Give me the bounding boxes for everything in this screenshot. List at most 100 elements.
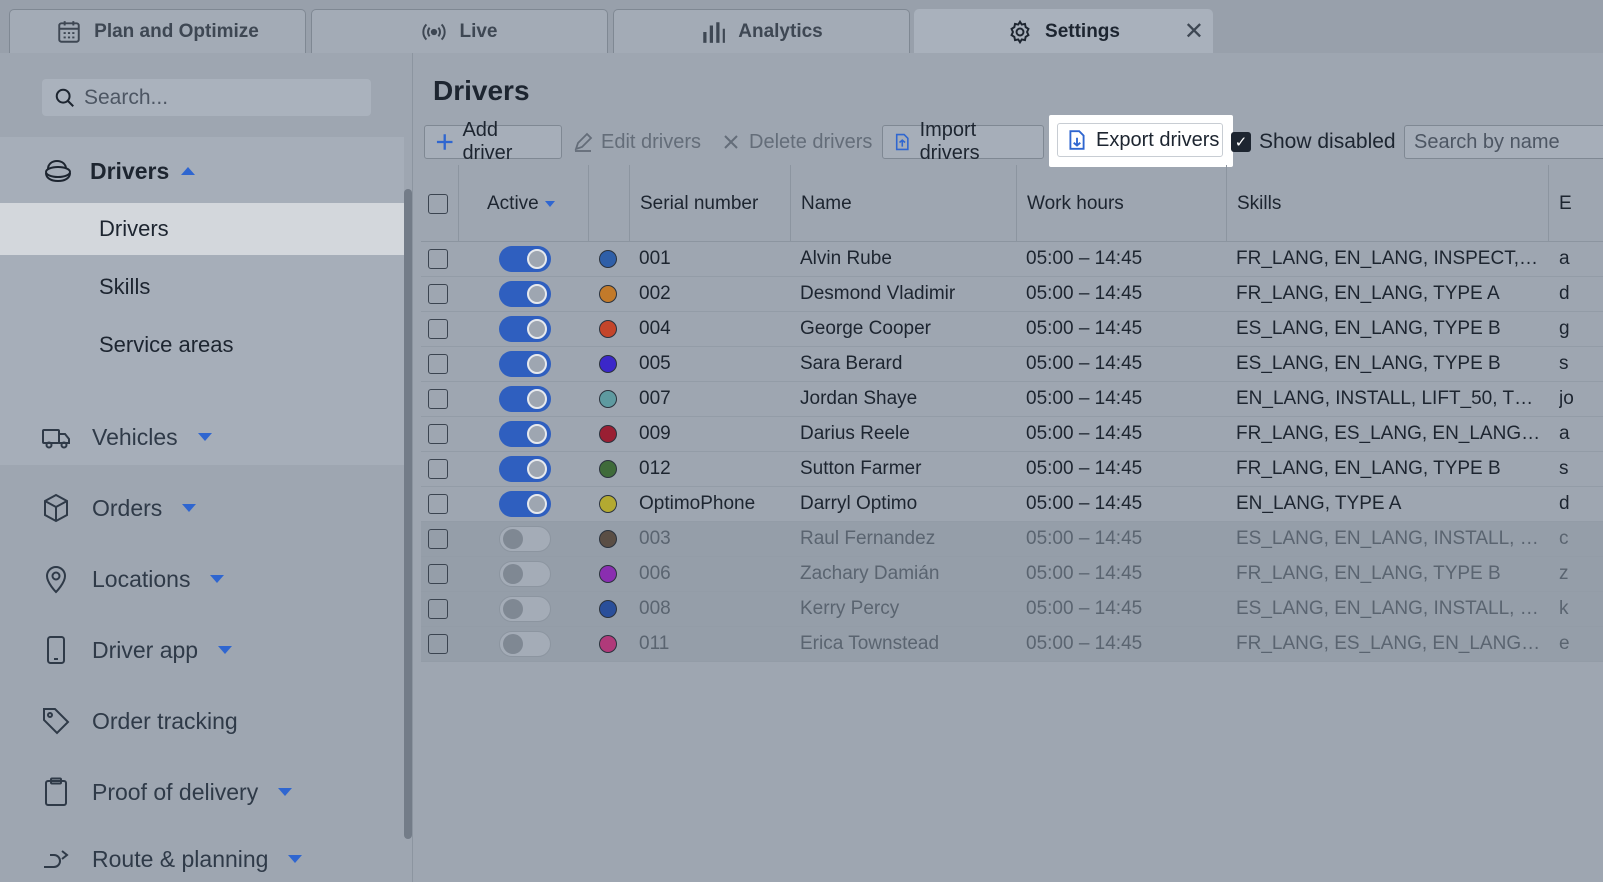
tab-plan-and-optimize[interactable]: Plan and Optimize	[9, 9, 306, 53]
sidebar-item-service-areas[interactable]: Service areas	[0, 319, 412, 371]
sidebar-scrollbar[interactable]	[404, 189, 412, 839]
sidebar-item-skills[interactable]: Skills	[0, 261, 412, 313]
chevron-down-icon	[210, 575, 225, 583]
table-row[interactable]: 008 Kerry Percy 05:00 – 14:45 ES_LANG, E…	[421, 592, 1603, 627]
driver-name-cell: Desmond Vladimir	[800, 283, 956, 304]
search-by-name-input[interactable]: Search by name	[1404, 125, 1603, 159]
sidebar-item-proof-of-delivery[interactable]: Proof of delivery	[40, 772, 293, 812]
table-row[interactable]: 006 Zachary Damián 05:00 – 14:45 FR_LANG…	[421, 557, 1603, 592]
active-toggle[interactable]	[499, 421, 551, 447]
file-download-icon	[1069, 130, 1085, 150]
table-row[interactable]: 003 Raul Fernandez 05:00 – 14:45 ES_LANG…	[421, 522, 1603, 557]
column-name[interactable]: Name	[791, 165, 1017, 242]
active-toggle[interactable]	[499, 246, 551, 272]
active-toggle[interactable]	[499, 526, 551, 552]
table-row[interactable]: 009 Darius Reele 05:00 – 14:45 FR_LANG, …	[421, 417, 1603, 452]
column-active[interactable]: Active	[459, 165, 589, 242]
table-row[interactable]: 005 Sara Berard 05:00 – 14:45 ES_LANG, E…	[421, 347, 1603, 382]
nav-label: Vehicles	[92, 423, 178, 450]
tag-icon	[43, 708, 70, 735]
edit-drivers-button[interactable]: Edit drivers	[563, 125, 711, 159]
sidebar-item-locations[interactable]: Locations	[40, 559, 225, 599]
active-toggle[interactable]	[499, 561, 551, 587]
sidebar-item-driver-app[interactable]: Driver app	[40, 630, 233, 670]
table-header: Active Serial number Name Work hours Ski…	[421, 165, 1603, 242]
extra-cell: g	[1559, 318, 1570, 339]
chevron-down-icon	[218, 646, 233, 654]
row-checkbox[interactable]	[428, 284, 448, 304]
sidebar-search-input[interactable]: Search...	[42, 79, 371, 116]
active-toggle[interactable]	[499, 386, 551, 412]
drivers-nav-group: Drivers Drivers Skills Service areas	[0, 137, 412, 465]
sidebar-item-drivers[interactable]: Drivers	[0, 203, 412, 255]
toggle-knob	[503, 564, 523, 584]
tab-settings[interactable]: Settings ✕	[914, 9, 1213, 53]
page-title: Drivers	[433, 75, 530, 106]
column-serial-number[interactable]: Serial number	[630, 165, 791, 242]
sidebar-item-orders[interactable]: Orders	[40, 488, 197, 528]
active-toggle[interactable]	[499, 351, 551, 377]
row-checkbox-cell	[428, 417, 448, 451]
skills-cell: ES_LANG, EN_LANG, INSTALL, …	[1236, 528, 1539, 549]
row-checkbox[interactable]	[428, 424, 448, 444]
row-checkbox[interactable]	[428, 459, 448, 479]
nav-label: Route & planning	[92, 845, 269, 872]
table-row[interactable]: 004 George Cooper 05:00 – 14:45 ES_LANG,…	[421, 312, 1603, 347]
color-cell	[599, 382, 617, 416]
sidebar-item-vehicles[interactable]: Vehicles	[40, 417, 212, 457]
table-row[interactable]: OptimoPhone Darryl Optimo 05:00 – 14:45 …	[421, 487, 1603, 522]
work-hours-cell: 05:00 – 14:45	[1026, 248, 1143, 269]
active-toggle-cell	[499, 487, 551, 521]
row-checkbox[interactable]	[428, 249, 448, 269]
table-row[interactable]: 001 Alvin Rube 05:00 – 14:45 FR_LANG, EN…	[421, 242, 1603, 277]
active-toggle-cell	[499, 242, 551, 276]
export-highlight: Export drivers	[1049, 115, 1233, 167]
color-cell	[599, 277, 617, 311]
table-row[interactable]: 012 Sutton Farmer 05:00 – 14:45 FR_LANG,…	[421, 452, 1603, 487]
active-toggle[interactable]	[499, 456, 551, 482]
active-toggle[interactable]	[499, 316, 551, 342]
color-cell	[599, 452, 617, 486]
row-checkbox[interactable]	[428, 494, 448, 514]
show-disabled-checkbox[interactable]: ✓ Show disabled	[1231, 125, 1396, 159]
broadcast-icon	[422, 23, 447, 40]
row-checkbox[interactable]	[428, 529, 448, 549]
export-drivers-button[interactable]: Export drivers	[1057, 123, 1223, 157]
column-work-hours[interactable]: Work hours	[1017, 165, 1227, 242]
nav-group-drivers[interactable]: Drivers	[42, 137, 196, 205]
close-icon[interactable]: ✕	[1184, 20, 1204, 44]
active-toggle[interactable]	[499, 631, 551, 657]
truck-icon	[42, 429, 70, 449]
work-hours-cell: 05:00 – 14:45	[1026, 633, 1143, 654]
tab-analytics[interactable]: Analytics	[613, 9, 910, 53]
tab-live[interactable]: Live	[311, 9, 608, 53]
row-checkbox[interactable]	[428, 354, 448, 374]
table-row[interactable]: 002 Desmond Vladimir 05:00 – 14:45 FR_LA…	[421, 277, 1603, 312]
skills-cell: FR_LANG, EN_LANG, TYPE A	[1236, 283, 1500, 304]
column-e[interactable]: E	[1549, 165, 1603, 242]
row-checkbox[interactable]	[428, 389, 448, 409]
active-toggle[interactable]	[499, 281, 551, 307]
column-skills[interactable]: Skills	[1227, 165, 1549, 242]
skills-cell: ES_LANG, EN_LANG, TYPE B	[1236, 353, 1501, 374]
x-icon	[724, 135, 738, 149]
delete-drivers-button[interactable]: Delete drivers	[711, 125, 882, 159]
serial-number-cell: 001	[639, 248, 671, 269]
active-toggle[interactable]	[499, 596, 551, 622]
active-toggle[interactable]	[499, 491, 551, 517]
caret-up-icon	[181, 167, 196, 175]
driver-color-dot	[599, 355, 617, 373]
add-driver-button[interactable]: Add driver	[424, 119, 562, 164]
sidebar-item-route-planning[interactable]: Route & planning	[40, 839, 303, 879]
row-checkbox[interactable]	[428, 564, 448, 584]
driver-color-dot	[599, 635, 617, 653]
import-drivers-button[interactable]: Import drivers	[882, 119, 1044, 164]
select-all-checkbox[interactable]	[428, 193, 448, 214]
row-checkbox[interactable]	[428, 634, 448, 654]
table-row[interactable]: 007 Jordan Shaye 05:00 – 14:45 EN_LANG, …	[421, 382, 1603, 417]
sidebar-item-order-tracking[interactable]: Order tracking	[40, 701, 238, 741]
drivers-icon	[45, 159, 71, 183]
row-checkbox[interactable]	[428, 599, 448, 619]
table-row[interactable]: 011 Erica Townstead 05:00 – 14:45 FR_LAN…	[421, 627, 1603, 662]
row-checkbox[interactable]	[428, 319, 448, 339]
